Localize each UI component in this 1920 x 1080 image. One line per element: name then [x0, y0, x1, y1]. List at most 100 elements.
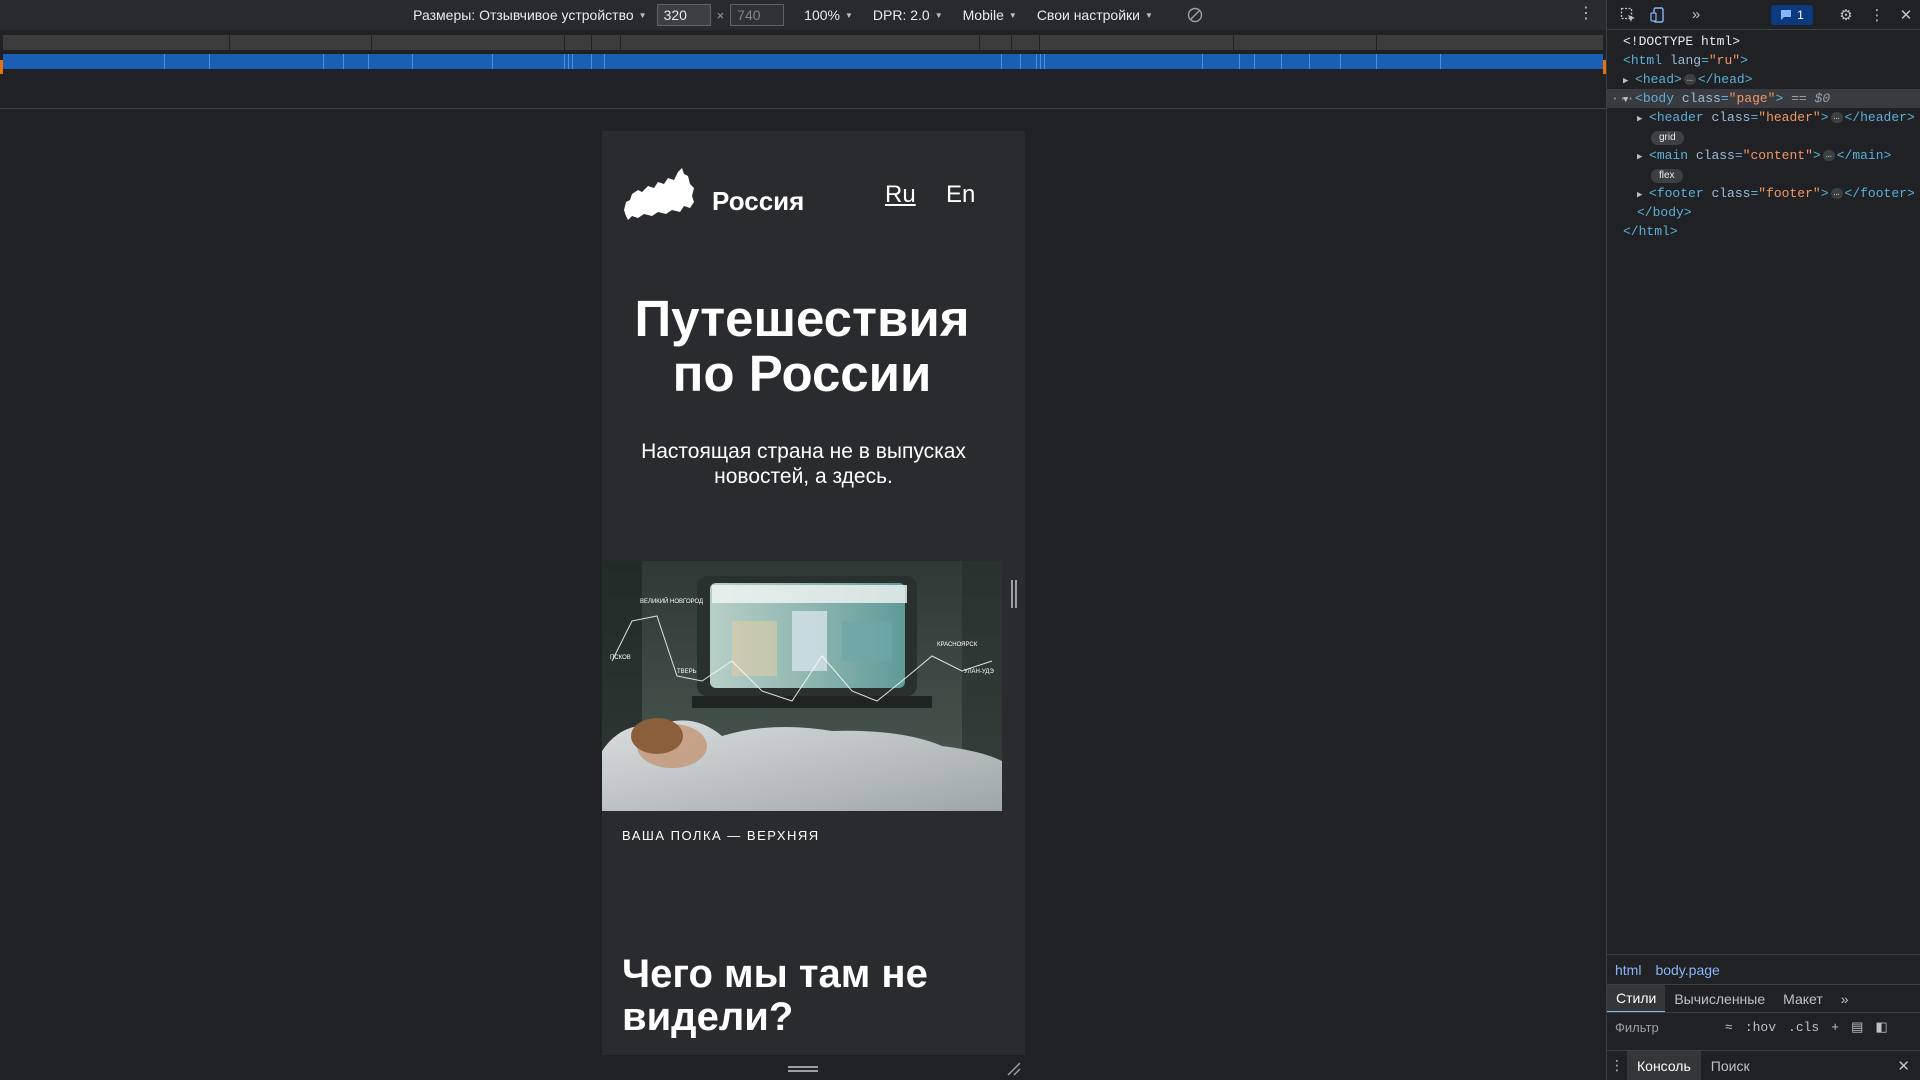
filter-input[interactable]: Фильтр — [1615, 1020, 1659, 1035]
close-icon[interactable]: ✕ — [1897, 1057, 1910, 1075]
ellipsis-icon[interactable]: … — [1830, 188, 1843, 200]
ellipsis-icon[interactable]: … — [1830, 112, 1843, 124]
more-options-icon[interactable]: ⋮ — [1578, 6, 1594, 22]
zoom-dropdown[interactable]: 100% ▼ — [804, 7, 853, 23]
selected-node-marker: == $0 — [1791, 91, 1831, 106]
device-type-dropdown[interactable]: Mobile ▼ — [963, 7, 1017, 23]
zoom-label: 100% — [804, 7, 840, 23]
hero-title: Путешествия по России — [634, 290, 970, 402]
dom-node-doctype[interactable]: <!DOCTYPE html> — [1607, 32, 1920, 51]
device-toggle-icon[interactable] — [1649, 6, 1667, 24]
cls-button[interactable]: .cls — [1788, 1020, 1819, 1035]
logo-text[interactable]: Россия — [712, 186, 804, 217]
settings-gear-icon[interactable]: ⚙ — [1837, 6, 1855, 24]
more-tabs-icon[interactable]: » — [1687, 6, 1705, 24]
tab-styles[interactable]: Стили — [1607, 984, 1666, 1013]
device-toolbar: Размеры: Отзывчивое устройство ▼ × 100% … — [0, 0, 1606, 30]
layout-badge-row: flex — [1607, 165, 1920, 184]
page-header: Россия Ru En — [602, 131, 1025, 251]
dom-tree: <!DOCTYPE html> <html lang="ru"> ▶ <head>… — [1607, 32, 1920, 241]
lang-ru-link[interactable]: Ru — [885, 181, 916, 209]
caret-down-icon: ▼ — [1008, 10, 1017, 20]
train-window-photo: ВЕЛИКИЙ НОВГОРОД ПСКОВ ТВЕРЬ КРАСНОЯРСК … — [602, 561, 1002, 811]
devtools-panel: » 1 ⚙ ⋮ ✕ <!DOCTYPE html> <html lang="ru… — [1606, 0, 1920, 1080]
dom-node-main[interactable]: ▶ <main class="content">… </main> — [1607, 146, 1920, 165]
paint-icon[interactable]: ▤ — [1851, 1020, 1863, 1035]
layout-badge-row: grid — [1607, 127, 1920, 146]
lang-en-link[interactable]: En — [946, 181, 975, 209]
toggle-icon[interactable]: ≈ — [1725, 1020, 1733, 1035]
mobile-page-preview[interactable]: Россия Ru En Путешествия по России Насто… — [602, 131, 1025, 1055]
map-label: УЛАН-УДЭ — [964, 669, 994, 675]
map-label: ВЕЛИКИЙ НОВГОРОД — [640, 597, 703, 605]
caret-down-icon: ▼ — [1144, 10, 1153, 20]
dom-node-head[interactable]: ▶ <head>… </head> — [1607, 70, 1920, 89]
media-query-bars — [0, 30, 1606, 108]
device-viewport-area: Размеры: Отзывчивое устройство ▼ × 100% … — [0, 0, 1606, 1080]
hero-image: ВЕЛИКИЙ НОВГОРОД ПСКОВ ТВЕРЬ КРАСНОЯРСК … — [602, 561, 1002, 811]
media-query-bar-max[interactable] — [3, 54, 1603, 69]
map-label: КРАСНОЯРСК — [937, 642, 978, 648]
styles-tabbar: Стили Вычисленные Макет » — [1607, 984, 1920, 1013]
breadcrumb-body[interactable]: body.page — [1655, 962, 1719, 978]
sidebar-toggle-icon[interactable]: ◧ — [1875, 1020, 1887, 1035]
dpr-dropdown[interactable]: DPR: 2.0 ▼ — [873, 7, 943, 23]
filter-tools: ≈ :hov .cls + ▤ ◧ — [1725, 1020, 1888, 1035]
issues-badge[interactable]: 1 — [1771, 5, 1813, 25]
caret-down-icon: ▼ — [844, 10, 853, 20]
width-resize-handle[interactable] — [1011, 580, 1017, 608]
ellipsis-icon[interactable]: … — [1683, 74, 1696, 86]
image-caption: ВАША ПОЛКА — ВЕРХНЯЯ — [622, 828, 820, 843]
dom-node-header[interactable]: ▶ <header class="header">… </header> — [1607, 108, 1920, 127]
message-icon — [1781, 10, 1792, 20]
hov-button[interactable]: :hov — [1745, 1020, 1776, 1035]
doctype-text: <!DOCTYPE html> — [1623, 34, 1741, 49]
node-actions-icon[interactable]: ··· — [1611, 89, 1634, 108]
flex-badge[interactable]: flex — [1651, 169, 1683, 183]
dimensions-dropdown[interactable]: Размеры: Отзывчивое устройство ▼ — [413, 7, 646, 23]
breadcrumb-html[interactable]: html — [1615, 962, 1641, 978]
device-type-label: Mobile — [962, 7, 1004, 23]
more-tabs-icon[interactable]: » — [1832, 985, 1858, 1013]
caret-down-icon: ▼ — [638, 10, 647, 20]
devtools-toolbar: » 1 ⚙ ⋮ ✕ — [1607, 0, 1920, 30]
tab-layout[interactable]: Макет — [1774, 985, 1832, 1013]
size-inputs: × — [656, 4, 785, 26]
breadcrumb: html body.page — [1607, 954, 1920, 984]
grid-badge[interactable]: grid — [1651, 131, 1684, 145]
dom-node-footer[interactable]: ▶ <footer class="footer">… </footer> — [1607, 184, 1920, 203]
tab-console[interactable]: Консоль — [1627, 1050, 1701, 1080]
map-label: ТВЕРЬ — [677, 669, 697, 675]
media-query-bar-min[interactable] — [3, 35, 1603, 50]
drawer-tabbar: ⋮ Консоль Поиск ✕ — [1607, 1050, 1920, 1080]
ellipsis-icon[interactable]: … — [1822, 150, 1835, 162]
dom-node-body-close[interactable]: </body> — [1607, 203, 1920, 222]
more-options-icon[interactable]: ⋮ — [1868, 6, 1886, 24]
dom-node-html-close[interactable]: </html> — [1607, 222, 1920, 241]
ruler-divider — [0, 108, 1606, 109]
times-sign: × — [716, 7, 725, 23]
dpr-label: DPR: 2.0 — [872, 7, 930, 23]
issues-count: 1 — [1797, 8, 1804, 22]
caret-down-icon: ▼ — [934, 10, 943, 20]
throttling-label: Свои настройки — [1036, 7, 1140, 23]
close-icon[interactable]: ✕ — [1897, 6, 1915, 24]
hero-subtitle: Настоящая страна не в выпусках новостей,… — [641, 440, 966, 488]
dimensions-label: Размеры: Отзывчивое устройство — [413, 7, 634, 23]
inspect-element-icon[interactable] — [1619, 6, 1637, 24]
width-input[interactable] — [656, 4, 711, 26]
height-input[interactable] — [730, 4, 785, 26]
rotate-disabled-icon[interactable] — [1187, 7, 1203, 23]
throttling-dropdown[interactable]: Свои настройки ▼ — [1037, 7, 1153, 23]
russia-map-logo-icon[interactable] — [622, 166, 696, 222]
dom-node-body[interactable]: ··· ▼ <body class="page"> == $0 — [1607, 89, 1920, 108]
drawer-menu-icon[interactable]: ⋮ — [1607, 1057, 1627, 1074]
add-rule-icon[interactable]: + — [1831, 1020, 1839, 1035]
tab-search[interactable]: Поиск — [1701, 1051, 1760, 1080]
dom-node-html[interactable]: <html lang="ru"> — [1607, 51, 1920, 70]
height-resize-handle[interactable] — [788, 1066, 818, 1072]
section-title: Чего мы там не видели? — [622, 952, 928, 1039]
tab-computed[interactable]: Вычисленные — [1665, 985, 1774, 1013]
resize-corner-icon[interactable] — [1005, 1060, 1021, 1076]
map-label: ПСКОВ — [610, 655, 631, 661]
